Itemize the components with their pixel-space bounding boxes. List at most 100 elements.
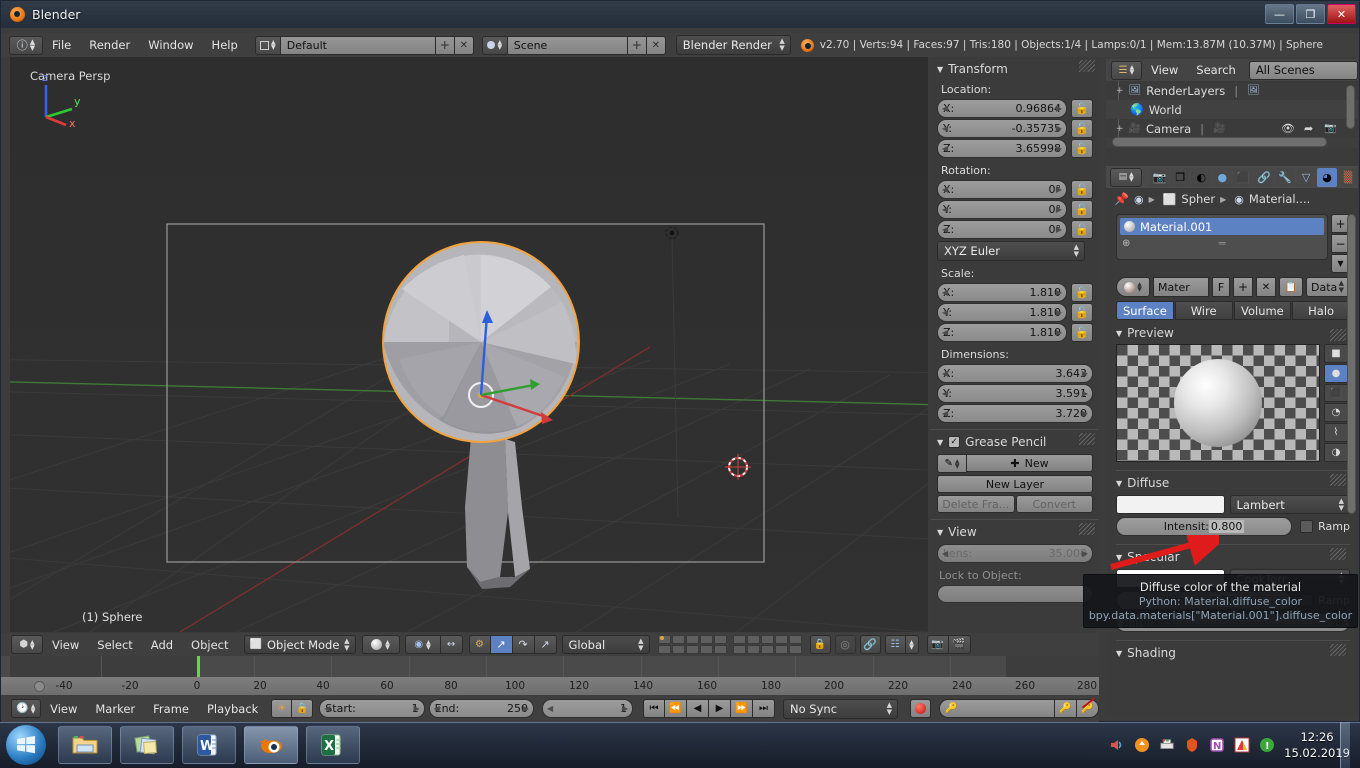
sync-mode-selector[interactable]: No Sync ▲ ▼ <box>783 698 898 719</box>
material-name-field[interactable]: Mater <box>1153 277 1209 297</box>
render-still-icon[interactable]: 📷 <box>926 635 949 654</box>
location-x-field[interactable]: X: 0.96864 <box>937 99 1067 118</box>
outliner-vertical-scrollbar[interactable] <box>1346 85 1355 129</box>
grease-pencil-browse-icon[interactable]: ✎ ▲ ▼ <box>937 454 967 473</box>
object-tab[interactable]: ⬛ <box>1233 167 1254 187</box>
screen-delete-button[interactable]: ✕ <box>454 35 474 55</box>
kaspersky-icon[interactable] <box>1234 737 1250 753</box>
timeline-menu-frame[interactable]: Frame <box>144 702 198 716</box>
blender-icon[interactable] <box>244 726 298 764</box>
preview-hair-icon[interactable]: ⌇ <box>1324 423 1348 443</box>
timeline-icon[interactable]: 🕑 ▲ ▼ <box>10 699 42 718</box>
selectable-cursor-icon[interactable]: ➦ <box>1304 122 1313 135</box>
translate-manipulator-icon[interactable]: ↗ <box>490 635 513 654</box>
lock-scale-z-button[interactable]: 🔓 <box>1071 323 1093 342</box>
tab-volume[interactable]: Volume <box>1233 301 1292 320</box>
proportional-edit-icon[interactable]: ◎ <box>834 635 856 654</box>
render-animation-icon[interactable]: 🎬 <box>948 635 971 654</box>
expand-icon[interactable]: + <box>1116 86 1124 96</box>
lock-rotation-y-button[interactable]: 🔓 <box>1071 200 1093 219</box>
render-tab[interactable]: 📷 <box>1149 167 1170 187</box>
dimensions-x-field[interactable]: X: 3.643 <box>937 364 1093 383</box>
material-tab[interactable]: ◕ <box>1317 167 1337 187</box>
audio-icon[interactable]: ☀ <box>271 699 293 718</box>
visibility-eye-icon[interactable]: 👁 <box>1281 122 1295 135</box>
tab-halo[interactable]: Halo <box>1292 301 1350 320</box>
scene-add-button[interactable]: + <box>627 35 647 55</box>
expand-icon[interactable]: + <box>1116 124 1124 134</box>
tab-surface[interactable]: Surface <box>1116 301 1174 320</box>
pin-icon[interactable]: 📌 <box>1114 192 1129 206</box>
snap-element-icon[interactable]: ☷ <box>884 635 906 654</box>
world-tab[interactable]: ● <box>1212 167 1233 187</box>
preview-render-canvas[interactable] <box>1116 344 1320 462</box>
timeline-menu-marker[interactable]: Marker <box>86 702 144 716</box>
dimensions-z-field[interactable]: Z: 3.720 <box>937 404 1093 423</box>
record-icon[interactable] <box>909 699 931 718</box>
jump-prev-keyframe-button[interactable]: ⏪ <box>665 699 687 718</box>
excel-icon[interactable]: X <box>306 726 360 764</box>
timeline-playhead[interactable] <box>197 656 200 677</box>
timeline-scrollbar-handle[interactable] <box>34 681 45 692</box>
outliner-row-world[interactable]: 🌎 World <box>1106 100 1358 119</box>
mcafee-icon[interactable] <box>1184 737 1200 753</box>
3d-viewport[interactable]: Camera Persp z y x (1) Sphere <box>10 57 928 632</box>
pivot-point-selector[interactable]: ◉ ▲ ▼ <box>404 635 441 654</box>
view3d-menu-select[interactable]: Select <box>88 638 141 652</box>
key-delete-icon[interactable]: 🔑 <box>1077 697 1099 718</box>
view3d-menu-object[interactable]: Object <box>182 638 237 652</box>
specular-panel-header[interactable]: ▼ Specular <box>1116 550 1350 564</box>
jump-next-keyframe-button[interactable]: ⏩ <box>731 699 753 718</box>
menu-help[interactable]: Help <box>203 38 247 52</box>
lock-rotation-x-button[interactable]: 🔓 <box>1071 180 1093 199</box>
magnet-icon[interactable]: 🔗 <box>859 635 881 654</box>
location-z-field[interactable]: Z: 3.65998 <box>937 139 1067 158</box>
screen-add-button[interactable]: + <box>435 35 455 55</box>
show-desktop-button[interactable] <box>1340 722 1350 768</box>
timeline-editor[interactable]: -40 -20 0 20 40 60 80 100 120 140 160 18… <box>1 656 1099 695</box>
scene-name[interactable]: Scene <box>507 35 628 55</box>
editor-type-selector[interactable]: ⓘ ▲ ▼ <box>9 35 43 55</box>
camera-data-icon[interactable]: 🎥 <box>1213 123 1225 134</box>
breadcrumb-object-name[interactable]: Spher <box>1181 192 1215 206</box>
renderability-camera-icon[interactable]: 📷 <box>1324 123 1336 134</box>
convert-button[interactable]: Convert <box>1015 495 1093 513</box>
delete-frame-button[interactable]: Delete Fra... <box>937 495 1015 513</box>
minimize-button[interactable]: — <box>1265 4 1294 24</box>
fake-user-button[interactable]: F <box>1212 277 1230 297</box>
lock-location-z-button[interactable]: 🔓 <box>1071 139 1093 158</box>
screen-layout-name[interactable]: Default <box>280 35 436 55</box>
outliner-horizontal-scrollbar[interactable] <box>1112 137 1327 147</box>
data-tab[interactable]: ▽ <box>1296 167 1317 187</box>
copy-material-button[interactable]: 📋 <box>1279 277 1303 297</box>
view-panel-header[interactable]: ▼ View <box>937 525 1093 539</box>
outliner-menu-view[interactable]: View <box>1142 63 1187 77</box>
lock-scale-y-button[interactable]: 🔓 <box>1071 303 1093 322</box>
preview-cube-icon[interactable]: ⬛ <box>1324 383 1348 403</box>
current-frame-field[interactable]: 1 <box>541 699 633 718</box>
material-slot-selected[interactable]: Material.001 <box>1120 218 1324 235</box>
new-material-button[interactable]: + <box>1233 277 1253 297</box>
outliner-tree[interactable]: + 🖼 RenderLayers | 🖼 🌎 World + 🎥 Camera … <box>1106 81 1358 148</box>
rotation-mode-selector[interactable]: XYZ Euler ▲ ▼ <box>937 241 1085 261</box>
screen-layout-browse-icon[interactable]: ▲ ▼ <box>254 35 281 55</box>
shield-icon[interactable]: ! <box>1259 737 1275 753</box>
grease-pencil-new-button[interactable]: ✚ New <box>967 454 1093 472</box>
properties-editor-type-icon[interactable]: ▤ ▲ ▼ <box>1110 167 1143 187</box>
explorer-icon[interactable] <box>58 726 112 764</box>
viewport-shading-selector[interactable]: ▲ ▼ <box>361 635 400 654</box>
pivot-align-icon[interactable]: ↔ <box>440 635 463 654</box>
play-button[interactable]: ▶ <box>709 699 731 718</box>
grease-pencil-panel-header[interactable]: ▼ ✓ Grease Pencil <box>937 435 1093 449</box>
timeline-menu-view[interactable]: View <box>41 702 86 716</box>
3d-view-icon[interactable]: ⬢ ▲ ▼ <box>11 635 43 654</box>
unlink-material-button[interactable]: ✕ <box>1256 277 1276 297</box>
constraints-tab[interactable]: 🔗 <box>1254 167 1275 187</box>
lock-to-object-field[interactable] <box>937 585 1093 603</box>
location-y-field[interactable]: Y: -0.35735 <box>937 119 1067 138</box>
add-slot-inline-icon[interactable]: ⊕ <box>1122 238 1130 249</box>
transform-panel-header[interactable]: ▼ Transform <box>937 62 1093 76</box>
preview-flat-icon[interactable]: ■ <box>1324 344 1348 363</box>
lock-location-x-button[interactable]: 🔓 <box>1071 99 1093 118</box>
outliner-row-camera[interactable]: + 🎥 Camera | 🎥 👁 ➦ 📷 <box>1106 119 1358 138</box>
